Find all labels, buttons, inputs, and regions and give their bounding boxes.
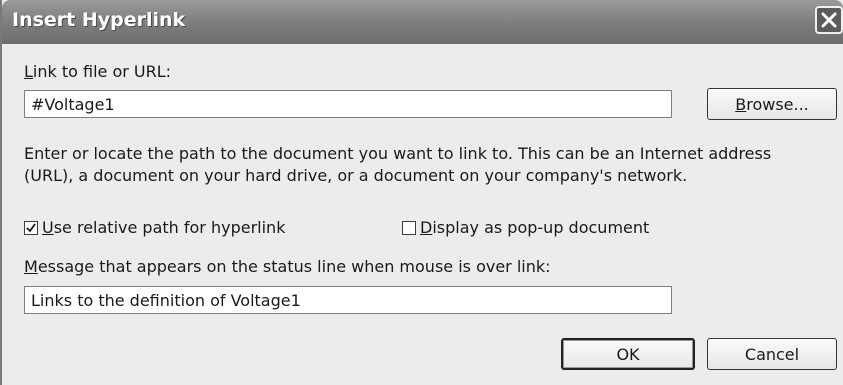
popup-checkbox[interactable]: Display as pop-up document [402,218,649,237]
cancel-button[interactable]: Cancel [707,338,837,370]
close-button[interactable] [815,6,843,34]
popup-label-text: isplay as pop-up document [432,218,650,237]
browse-label: rowse... [746,94,809,114]
link-url-input[interactable] [24,90,672,118]
relative-path-checkbox[interactable]: Use relative path for hyperlink [24,218,285,237]
relative-path-accesskey: U [42,218,54,237]
message-label-accesskey: M [24,257,38,276]
title-bar: Insert Hyperlink [2,0,843,44]
browse-accesskey: B [735,94,747,114]
link-label: Link to file or URL: [24,62,171,81]
insert-hyperlink-dialog: Insert Hyperlink Link to file or URL: Br… [0,0,843,385]
browse-button[interactable]: Browse... [707,88,837,120]
message-label: Message that appears on the status line … [24,257,551,276]
popup-accesskey: D [420,218,433,237]
relative-path-label-text: se relative path for hyperlink [53,218,286,237]
dialog-title: Insert Hyperlink [12,9,186,31]
status-message-input[interactable] [24,286,672,314]
relative-path-checkbox-box[interactable] [24,220,38,235]
ok-button[interactable]: OK [561,338,695,370]
message-label-text: essage that appears on the status line w… [37,257,551,276]
relative-path-label: Use relative path for hyperlink [42,218,285,237]
popup-checkbox-box[interactable] [402,220,416,235]
link-description: Enter or locate the path to the document… [24,144,772,185]
link-label-text: ink to file or URL: [32,62,172,81]
popup-label: Display as pop-up document [420,218,649,237]
link-label-accesskey: L [24,62,33,81]
checkmark-icon [26,222,36,232]
close-icon [821,12,837,28]
